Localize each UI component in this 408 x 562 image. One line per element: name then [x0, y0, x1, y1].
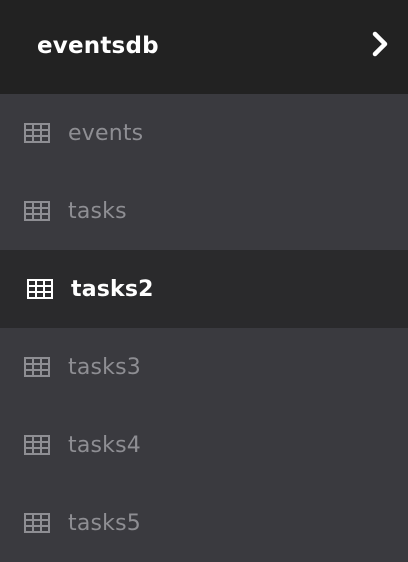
table-item-label: tasks4 — [68, 432, 141, 458]
table-icon — [24, 201, 50, 221]
table-item-tasks[interactable]: tasks — [0, 172, 408, 250]
table-icon — [24, 123, 50, 143]
table-list: events tasks tasks2 tasks3 tasks4 tasks5 — [0, 94, 408, 562]
table-item-label: events — [68, 120, 144, 146]
table-icon — [24, 435, 50, 455]
database-sidebar: eventsdb events tasks tasks2 tasks3 task… — [0, 0, 408, 562]
table-icon — [24, 513, 50, 533]
table-item-label: tasks5 — [68, 510, 141, 536]
database-title: eventsdb — [37, 33, 159, 59]
table-icon — [24, 357, 50, 377]
table-item-tasks5[interactable]: tasks5 — [0, 484, 408, 562]
table-item-events[interactable]: events — [0, 94, 408, 172]
table-item-label: tasks3 — [68, 354, 141, 380]
table-item-label: tasks — [68, 198, 127, 224]
table-icon — [27, 279, 53, 299]
table-item-tasks4[interactable]: tasks4 — [0, 406, 408, 484]
table-item-tasks2[interactable]: tasks2 — [0, 250, 408, 328]
table-item-label: tasks2 — [71, 276, 154, 302]
database-header[interactable]: eventsdb — [0, 0, 408, 94]
table-item-tasks3[interactable]: tasks3 — [0, 328, 408, 406]
chevron-right-icon[interactable] — [366, 30, 394, 58]
